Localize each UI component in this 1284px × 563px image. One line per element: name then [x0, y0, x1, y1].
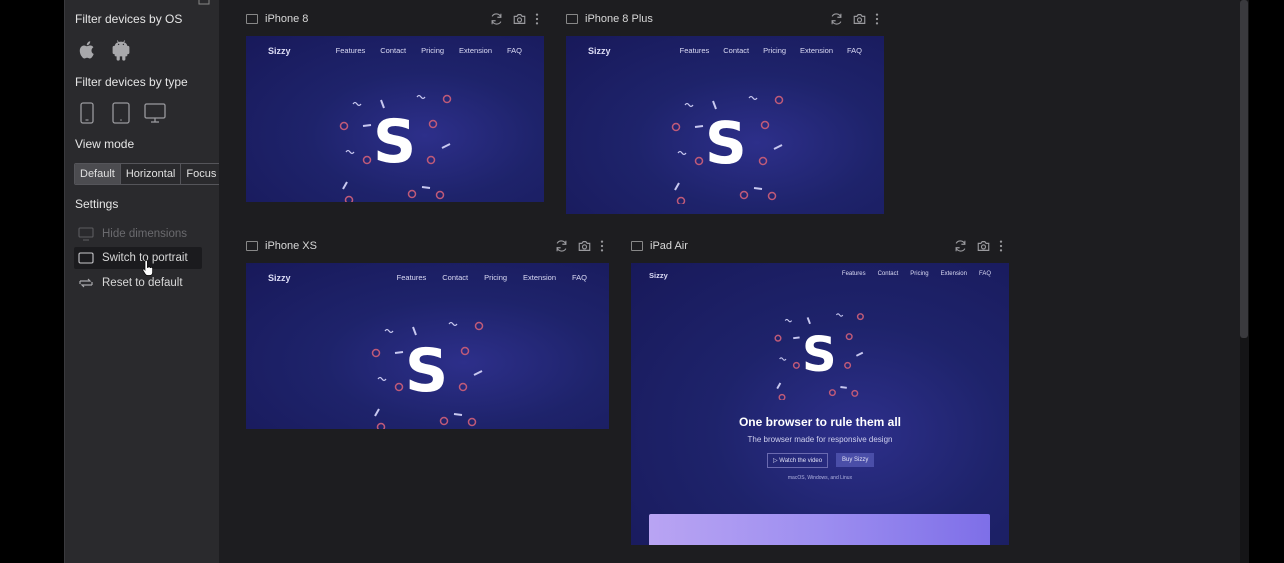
camera-icon[interactable] [976, 239, 991, 253]
sizzy-logo-s: S [405, 336, 449, 406]
sizzy-logo-s: S [802, 327, 837, 383]
nav-faq: FAQ [846, 46, 862, 55]
site-brand: Sizzy [649, 271, 668, 280]
scrollbar-thumb[interactable] [1240, 0, 1248, 338]
device-screen-ipad-air[interactable]: Sizzy Features Contact Pricing Extension… [631, 263, 1009, 545]
buy-sizzy-button[interactable]: Buy Sizzy [836, 453, 875, 467]
filter-type-title: Filter devices by type [75, 75, 188, 89]
view-mode-title: View mode [75, 137, 135, 151]
reset-to-default-setting[interactable]: Reset to default [74, 272, 202, 294]
nav-pricing: Pricing [763, 46, 787, 55]
nav-faq: FAQ [571, 273, 587, 282]
more-vertical-icon[interactable] [999, 239, 1003, 253]
nav-features: Features [335, 46, 366, 55]
reset-icon [79, 278, 93, 288]
left-margin [0, 0, 64, 563]
device-header-iphone-8-plus: iPhone 8 Plus [566, 11, 653, 27]
refresh-icon[interactable] [489, 12, 504, 26]
camera-icon[interactable] [512, 12, 527, 26]
hero-title: One browser to rule them all [738, 415, 902, 429]
device-tools [829, 11, 879, 27]
site-brand: Sizzy [268, 273, 291, 283]
switch-to-portrait-setting[interactable]: Switch to portrait [74, 247, 202, 269]
refresh-icon[interactable] [554, 239, 569, 253]
refresh-icon[interactable] [953, 239, 968, 253]
os-filter-row [75, 38, 133, 62]
nav-contact: Contact [723, 46, 750, 55]
nav-features: Features [679, 46, 710, 55]
nav-faq: FAQ [506, 46, 522, 55]
nav-pricing: Pricing [484, 273, 508, 282]
right-margin [1249, 0, 1284, 563]
camera-icon[interactable] [577, 239, 592, 253]
device-screen-iphone-8-plus[interactable]: Sizzy Features Contact Pricing Extension… [566, 36, 884, 214]
device-tools [953, 238, 1003, 254]
device-title: iPhone 8 Plus [585, 13, 653, 25]
device-checkbox[interactable] [246, 241, 258, 251]
hide-dimensions-label: Hide dimensions [102, 228, 188, 240]
nav-pricing: Pricing [910, 271, 929, 277]
nav-extension: Extension [940, 271, 967, 277]
nav-extension: Extension [523, 273, 556, 282]
more-vertical-icon[interactable] [875, 12, 879, 26]
site-brand: Sizzy [588, 46, 611, 56]
device-header-iphone-xs: iPhone XS [246, 238, 317, 254]
phone-icon[interactable] [75, 101, 99, 125]
site-nav: Sizzy Features Contact Pricing Extension… [268, 273, 587, 283]
nav-contact: Contact [380, 46, 407, 55]
sizzy-logo-s: S [705, 109, 747, 177]
nav-features: Features [841, 271, 866, 277]
device-screen-iphone-8[interactable]: Sizzy Features Contact Pricing Extension… [246, 36, 544, 202]
device-checkbox[interactable] [246, 14, 258, 24]
site-nav: Sizzy Features Contact Pricing Extension… [649, 271, 991, 280]
nav-pricing: Pricing [421, 46, 445, 55]
device-checkbox[interactable] [631, 241, 643, 251]
hero-subtitle: The browser made for responsive design [747, 435, 893, 444]
device-title: iPad Air [650, 240, 688, 252]
device-tools [489, 11, 539, 27]
platforms-text: macOS, Windows, and Linux [787, 475, 853, 481]
device-tools [554, 238, 604, 254]
view-mode-toggle: Default Horizontal Focus [74, 163, 223, 185]
preview-card [649, 514, 990, 545]
site-brand: Sizzy [268, 46, 291, 56]
sidebar: Filter devices by OS Filter devices by t… [64, 0, 223, 563]
panel-toggle-icon[interactable] [198, 0, 210, 6]
device-header-ipad-air: iPad Air [631, 238, 688, 254]
device-title: iPhone 8 [265, 13, 309, 25]
more-vertical-icon[interactable] [535, 12, 539, 26]
landscape-icon [78, 252, 94, 264]
refresh-icon[interactable] [829, 12, 844, 26]
tablet-icon[interactable] [109, 101, 133, 125]
view-mode-horizontal[interactable]: Horizontal [121, 164, 182, 184]
device-title: iPhone XS [265, 240, 317, 252]
apple-icon[interactable] [75, 38, 99, 62]
monitor-icon [78, 227, 94, 241]
nav-features: Features [396, 273, 427, 282]
hide-dimensions-setting[interactable]: Hide dimensions [74, 223, 202, 245]
site-nav: Sizzy Features Contact Pricing Extension… [588, 46, 862, 56]
sizzy-logo-s: S [373, 107, 417, 177]
settings-title: Settings [75, 197, 119, 211]
view-mode-default[interactable]: Default [75, 164, 121, 184]
nav-contact: Contact [442, 273, 469, 282]
type-filter-row [75, 101, 167, 125]
watch-video-button[interactable]: ▷ Watch the video [767, 453, 829, 468]
device-screen-iphone-xs[interactable]: Sizzy Features Contact Pricing Extension… [246, 263, 609, 429]
nav-extension: Extension [800, 46, 833, 55]
site-nav: Sizzy Features Contact Pricing Extension… [268, 46, 522, 56]
android-icon[interactable] [109, 38, 133, 62]
nav-contact: Contact [877, 271, 899, 277]
desktop-icon[interactable] [143, 101, 167, 125]
view-mode-focus[interactable]: Focus [181, 164, 221, 184]
nav-faq: FAQ [978, 271, 991, 277]
filter-os-title: Filter devices by OS [75, 12, 183, 26]
device-header-iphone-8: iPhone 8 [246, 11, 308, 27]
more-vertical-icon[interactable] [600, 239, 604, 253]
nav-extension: Extension [459, 46, 492, 55]
reset-to-default-label: Reset to default [102, 277, 183, 289]
device-checkbox[interactable] [566, 14, 578, 24]
camera-icon[interactable] [852, 12, 867, 26]
